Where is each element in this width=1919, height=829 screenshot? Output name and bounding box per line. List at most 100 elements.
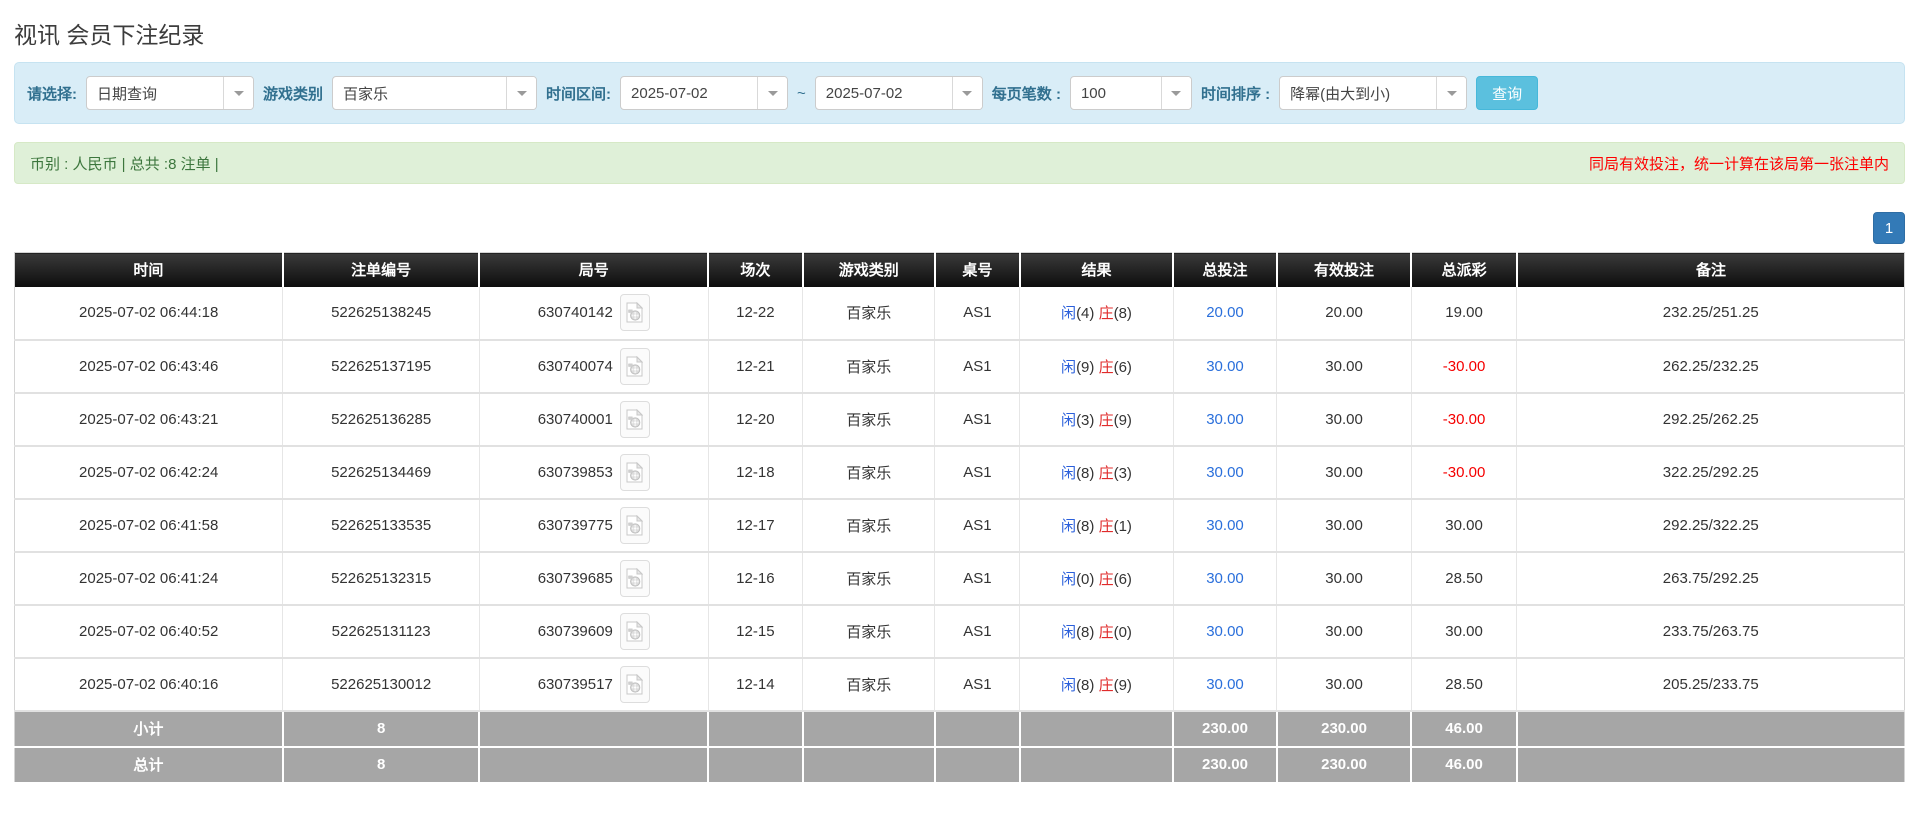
page-size-dropdown[interactable]: 100 — [1069, 76, 1192, 110]
total-bet-link[interactable]: 30.00 — [1206, 411, 1244, 428]
game-type-value: 百家乐 — [343, 85, 389, 103]
search-button[interactable]: 查询 — [1476, 76, 1539, 110]
video-replay-button[interactable] — [619, 347, 650, 385]
total-bet-link[interactable]: 20.00 — [1206, 304, 1244, 321]
video-replay-button[interactable] — [619, 453, 650, 491]
cell-remark: 262.25/232.25 — [1516, 339, 1905, 394]
cell-remark: 292.25/262.25 — [1516, 392, 1905, 447]
footer-label: 总计 — [14, 746, 284, 784]
cell-total-bet: 30.00 — [1173, 498, 1278, 553]
result-player-label: 闲 — [1061, 676, 1077, 694]
cell-time: 2025-07-02 06:43:46 — [14, 339, 284, 394]
date-from-picker[interactable]: 2025-07-02 — [620, 76, 789, 110]
round-id-text: 630740001 — [537, 410, 613, 428]
cell-time: 2025-07-02 06:41:24 — [14, 551, 284, 606]
result-player-score: (4) — [1076, 305, 1095, 322]
column-header: 有效投注 — [1276, 252, 1413, 287]
column-header: 局号 — [479, 252, 710, 287]
cell-game-type: 百家乐 — [802, 392, 936, 447]
chevron-down-icon[interactable] — [951, 77, 982, 109]
cell-total-bet: 30.00 — [1173, 339, 1278, 394]
time-sort-dropdown[interactable]: 降幂(由大到小) — [1279, 76, 1468, 110]
total-bet-link[interactable]: 30.00 — [1206, 676, 1244, 693]
select-type-label: 请选择: — [27, 85, 77, 103]
page-1-button[interactable]: 1 — [1873, 212, 1905, 244]
round-id-text: 630739685 — [537, 569, 613, 587]
filter-panel: 请选择: 日期查询 游戏类别 百家乐 时间区间: 2025-07-02 ~ 20… — [14, 62, 1905, 124]
round-cell: 630740001 — [484, 400, 704, 438]
cell-session: 12-22 — [708, 286, 804, 341]
valid-bet-notice-text: 同局有效投注，统一计算在该局第一张注单内 — [1588, 155, 1889, 173]
cell-table-id: AS1 — [934, 551, 1021, 606]
footer-total-bet: 230.00 — [1173, 746, 1278, 784]
column-header: 时间 — [14, 252, 284, 287]
round-id-text: 630740074 — [537, 357, 613, 375]
total-bet-link[interactable]: 30.00 — [1206, 464, 1244, 481]
result-player-label: 闲 — [1061, 305, 1077, 322]
table-row: 2025-07-02 06:41:58 522625133535 630739775… — [14, 498, 1905, 553]
total-bet-link[interactable]: 30.00 — [1206, 517, 1244, 534]
video-replay-button[interactable] — [619, 559, 650, 597]
chevron-down-icon[interactable] — [506, 77, 537, 109]
cell-session: 12-17 — [708, 498, 804, 553]
cell-valid-bet: 30.00 — [1276, 339, 1412, 394]
footer-empty — [1516, 746, 1905, 784]
footer-empty — [802, 710, 936, 748]
cell-bet-id: 522625133535 — [282, 498, 480, 553]
cell-session: 12-20 — [708, 392, 804, 447]
cell-session: 12-15 — [708, 604, 804, 659]
cell-game-type: 百家乐 — [802, 498, 936, 553]
video-replay-icon — [626, 620, 644, 641]
cell-result: 闲(8) 庄(9) — [1019, 657, 1174, 712]
cell-session: 12-16 — [708, 551, 804, 606]
cell-bet-id: 522625138245 — [282, 286, 480, 341]
column-header: 结果 — [1019, 252, 1175, 287]
cell-table-id: AS1 — [934, 392, 1021, 447]
chevron-down-icon[interactable] — [757, 77, 788, 109]
result-banker-score: (6) — [1113, 570, 1132, 588]
cell-remark: 263.75/292.25 — [1516, 551, 1905, 606]
video-replay-button[interactable] — [619, 294, 650, 331]
date-to-picker[interactable]: 2025-07-02 — [814, 76, 983, 110]
cell-payout: -30.00 — [1411, 339, 1518, 394]
chevron-down-icon[interactable] — [1436, 77, 1467, 109]
chevron-down-icon[interactable] — [223, 77, 253, 109]
table-row: 2025-07-02 06:42:24 522625134469 630739853… — [14, 445, 1905, 500]
total-bet-link[interactable]: 30.00 — [1206, 623, 1244, 640]
video-replay-button[interactable] — [619, 665, 650, 703]
cell-game-type: 百家乐 — [802, 339, 936, 394]
game-type-label: 游戏类别 — [263, 85, 324, 103]
video-replay-button[interactable] — [619, 506, 650, 544]
query-type-dropdown[interactable]: 日期查询 — [86, 76, 254, 110]
column-header: 桌号 — [934, 252, 1021, 287]
video-replay-button[interactable] — [619, 612, 650, 650]
footer-empty — [479, 746, 710, 784]
table-row: 2025-07-02 06:43:46 522625137195 630740074… — [14, 339, 1905, 394]
game-type-dropdown[interactable]: 百家乐 — [332, 76, 538, 110]
cell-bet-id: 522625137195 — [282, 339, 480, 394]
cell-remark: 292.25/322.25 — [1516, 498, 1905, 553]
round-cell: 630739775 — [484, 506, 704, 544]
video-replay-icon — [626, 673, 644, 694]
cell-result: 闲(9) 庄(6) — [1019, 339, 1174, 394]
cell-payout: 30.00 — [1411, 498, 1518, 553]
cell-time: 2025-07-02 06:42:24 — [14, 445, 284, 500]
chevron-down-icon[interactable] — [1160, 77, 1191, 109]
cell-time: 2025-07-02 06:41:58 — [14, 498, 284, 553]
cell-remark: 205.25/233.75 — [1516, 657, 1905, 712]
table-footer: 小计 8 230.00 230.00 46.00 总计 8 230.00 230.00 46.00 — [14, 710, 1905, 784]
cell-time: 2025-07-02 06:44:18 — [14, 286, 284, 341]
cell-total-bet: 30.00 — [1173, 392, 1278, 447]
total-bet-link[interactable]: 30.00 — [1206, 358, 1244, 375]
result-banker-score: (9) — [1113, 411, 1132, 429]
round-cell: 630739853 — [484, 453, 704, 491]
video-replay-button[interactable] — [619, 400, 650, 438]
cell-game-type: 百家乐 — [802, 286, 936, 341]
cell-remark: 322.25/292.25 — [1516, 445, 1905, 500]
cell-game-type: 百家乐 — [802, 551, 936, 606]
total-bet-link[interactable]: 30.00 — [1206, 570, 1244, 587]
result-player-score: (8) — [1076, 676, 1095, 694]
cell-time: 2025-07-02 06:40:52 — [14, 604, 284, 659]
page: 视讯 会员下注纪录 请选择: 日期查询 游戏类别 百家乐 时间区间: 2025-… — [0, 16, 1919, 784]
currency-total-text: 币别 : 人民币 | 总共 :8 注单 | — [30, 155, 219, 173]
